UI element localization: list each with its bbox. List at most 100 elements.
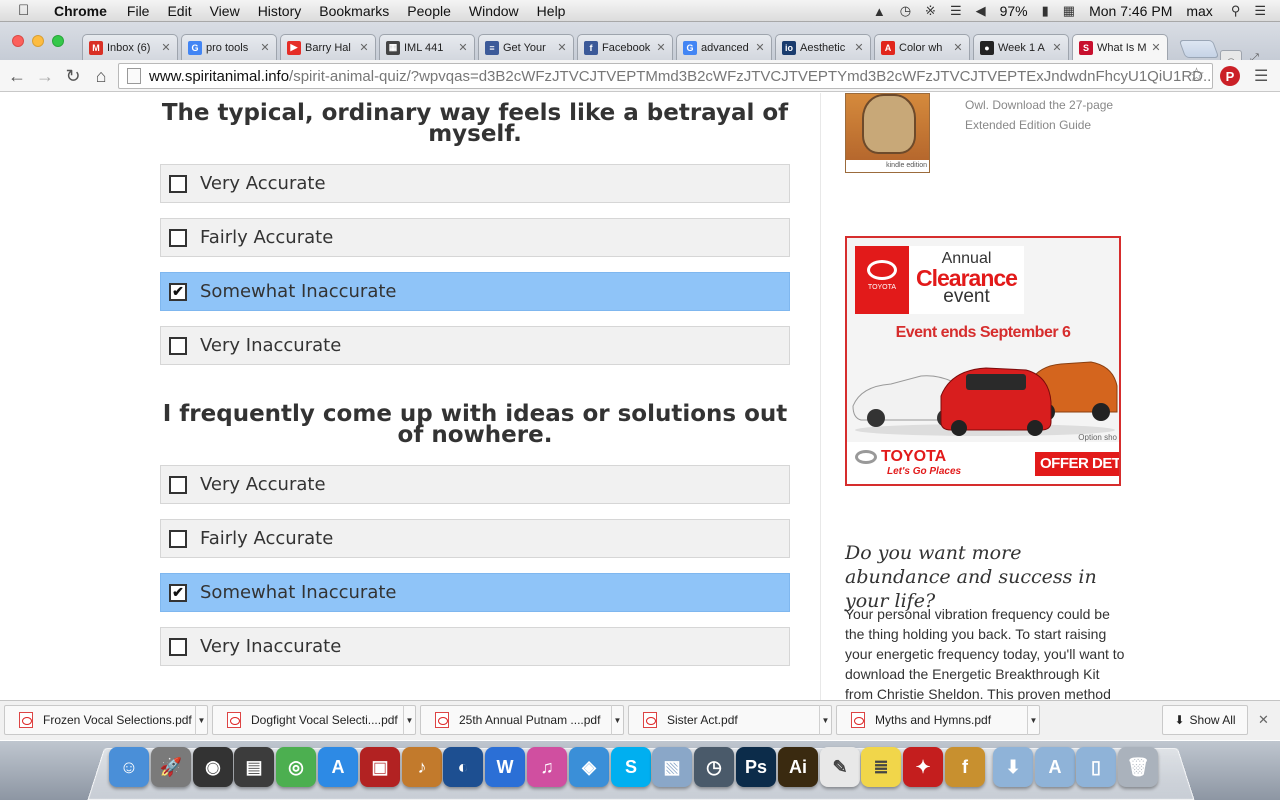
- chrome-menu-icon[interactable]: ☰: [1254, 66, 1268, 86]
- answer-option[interactable]: ✔ Somewhat Inaccurate: [160, 573, 790, 612]
- toyota-advertisement[interactable]: TOYOTA Annual Clearance event Event ends…: [845, 236, 1121, 486]
- home-icon[interactable]: ⌂: [90, 65, 112, 87]
- checkbox[interactable]: [169, 228, 187, 247]
- stickies-icon[interactable]: ≣: [861, 747, 901, 787]
- download-item[interactable]: Frozen Vocal Selections.pdf ▼: [4, 705, 208, 735]
- wifi-icon[interactable]: ☰: [950, 3, 962, 19]
- show-all-downloads-button[interactable]: ⬇ Show All: [1162, 705, 1248, 735]
- back-icon[interactable]: ←: [6, 65, 28, 87]
- checkbox[interactable]: [169, 637, 187, 656]
- menu-edit[interactable]: Edit: [167, 3, 191, 19]
- applications-folder-icon[interactable]: A: [1035, 747, 1075, 787]
- tab[interactable]: Gadvanced ✕: [676, 34, 772, 60]
- tab-close-icon[interactable]: ✕: [258, 41, 272, 54]
- tab-close-icon[interactable]: ✕: [1149, 41, 1163, 54]
- battery-icon[interactable]: ▮: [1042, 3, 1049, 19]
- answer-option[interactable]: Fairly Accurate: [160, 218, 790, 257]
- menu-file[interactable]: File: [127, 3, 150, 19]
- safari-icon[interactable]: ◈: [569, 747, 609, 787]
- book-cover-image[interactable]: kindle edition: [845, 93, 930, 173]
- checkbox[interactable]: [169, 529, 187, 548]
- photoshop-icon[interactable]: Ps: [736, 747, 776, 787]
- mission-control-icon[interactable]: ▤: [234, 747, 274, 787]
- time-machine-icon[interactable]: ◷: [694, 747, 734, 787]
- pinterest-extension-icon[interactable]: P: [1220, 66, 1240, 86]
- tab[interactable]: ▦ IML 441 ✕: [379, 34, 475, 60]
- bluetooth-icon[interactable]: ※: [925, 3, 936, 19]
- tab[interactable]: S What Is M ✕: [1072, 34, 1168, 60]
- fontlab-icon[interactable]: f: [945, 747, 985, 787]
- preview-icon[interactable]: ▧: [652, 747, 692, 787]
- app-menu[interactable]: Chrome: [54, 3, 107, 19]
- finder-icon[interactable]: ☺: [109, 747, 149, 787]
- tab[interactable]: ▶ Barry Hal ✕: [280, 34, 376, 60]
- checkbox[interactable]: [169, 174, 187, 193]
- reload-icon[interactable]: ↻: [62, 65, 84, 87]
- tab[interactable]: Gpro tools ✕: [181, 34, 277, 60]
- documents-folder-icon[interactable]: ▯: [1076, 747, 1116, 787]
- download-item[interactable]: Myths and Hymns.pdf ▼: [836, 705, 1040, 735]
- answer-option[interactable]: ✔ Somewhat Inaccurate: [160, 272, 790, 311]
- zoom-window-button[interactable]: [52, 35, 64, 47]
- battery-percent[interactable]: 97%: [1000, 3, 1028, 19]
- answer-option[interactable]: Very Accurate: [160, 465, 790, 504]
- tab-close-icon[interactable]: ✕: [1050, 41, 1064, 54]
- clock[interactable]: Mon 7:46 PM: [1089, 3, 1172, 19]
- answer-option[interactable]: Fairly Accurate: [160, 519, 790, 558]
- download-menu-arrow-icon[interactable]: ▼: [1027, 705, 1039, 735]
- adobe-status-icon[interactable]: ▲: [873, 4, 886, 19]
- forward-icon[interactable]: →: [34, 65, 56, 87]
- menu-view[interactable]: View: [210, 3, 240, 19]
- tab-close-icon[interactable]: ✕: [951, 41, 965, 54]
- notification-center-icon[interactable]: ☰: [1254, 3, 1266, 19]
- time-machine-status-icon[interactable]: ◷: [900, 3, 911, 19]
- tab[interactable]: M Inbox (6) ✕: [82, 34, 178, 60]
- answer-option[interactable]: Very Inaccurate: [160, 326, 790, 365]
- offer-details-button[interactable]: OFFER DETAIL: [1035, 452, 1119, 476]
- launchpad-icon[interactable]: 🚀: [151, 747, 191, 787]
- trash-icon[interactable]: 🗑: [1118, 747, 1158, 787]
- minimize-window-button[interactable]: [32, 35, 44, 47]
- itunes-icon[interactable]: ♫: [527, 747, 567, 787]
- close-shelf-icon[interactable]: ✕: [1258, 712, 1269, 728]
- menu-people[interactable]: People: [407, 3, 451, 19]
- menu-bookmarks[interactable]: Bookmarks: [319, 3, 389, 19]
- user-menu[interactable]: max: [1186, 3, 1212, 19]
- tab-close-icon[interactable]: ✕: [456, 41, 470, 54]
- checkbox-checked[interactable]: ✔: [169, 282, 187, 301]
- checkbox[interactable]: [169, 336, 187, 355]
- download-item[interactable]: 25th Annual Putnam ....pdf ▼: [420, 705, 624, 735]
- app-store-icon[interactable]: A: [318, 747, 358, 787]
- tab-close-icon[interactable]: ✕: [753, 41, 767, 54]
- word-icon[interactable]: W: [485, 747, 525, 787]
- download-menu-arrow-icon[interactable]: ▼: [819, 705, 831, 735]
- tab[interactable]: io Aesthetic ✕: [775, 34, 871, 60]
- flag-menu-icon[interactable]: ▦: [1063, 3, 1075, 19]
- download-menu-arrow-icon[interactable]: ▼: [403, 705, 415, 735]
- downloads-folder-icon[interactable]: ⬇: [993, 747, 1033, 787]
- checkbox[interactable]: [169, 475, 187, 494]
- menu-window[interactable]: Window: [469, 3, 519, 19]
- apple-menu-icon[interactable]: : [18, 2, 38, 19]
- spotlight-icon[interactable]: ⚲: [1231, 3, 1241, 19]
- tab[interactable]: ● Week 1 A ✕: [973, 34, 1069, 60]
- tab-close-icon[interactable]: ✕: [852, 41, 866, 54]
- answer-option[interactable]: Very Accurate: [160, 164, 790, 203]
- close-window-button[interactable]: [12, 35, 24, 47]
- download-menu-arrow-icon[interactable]: ▼: [195, 705, 207, 735]
- tab[interactable]: ≡ Get Your ✕: [478, 34, 574, 60]
- skype-icon[interactable]: S: [611, 747, 651, 787]
- google-earth-icon[interactable]: ◐: [443, 747, 483, 787]
- photo-booth-icon[interactable]: ▣: [360, 747, 400, 787]
- tab[interactable]: A Color wh ✕: [874, 34, 970, 60]
- download-item[interactable]: Sister Act.pdf ▼: [628, 705, 832, 735]
- tab-close-icon[interactable]: ✕: [555, 41, 569, 54]
- illustrator-icon[interactable]: Ai: [778, 747, 818, 787]
- textedit-icon[interactable]: ✎: [820, 747, 860, 787]
- menu-help[interactable]: Help: [537, 3, 566, 19]
- garageband-icon[interactable]: ♪: [402, 747, 442, 787]
- chrome-icon[interactable]: ◎: [276, 747, 316, 787]
- bookmark-star-icon[interactable]: ☆: [1188, 64, 1205, 87]
- dashboard-icon[interactable]: ◉: [193, 747, 233, 787]
- tab-close-icon[interactable]: ✕: [159, 41, 173, 54]
